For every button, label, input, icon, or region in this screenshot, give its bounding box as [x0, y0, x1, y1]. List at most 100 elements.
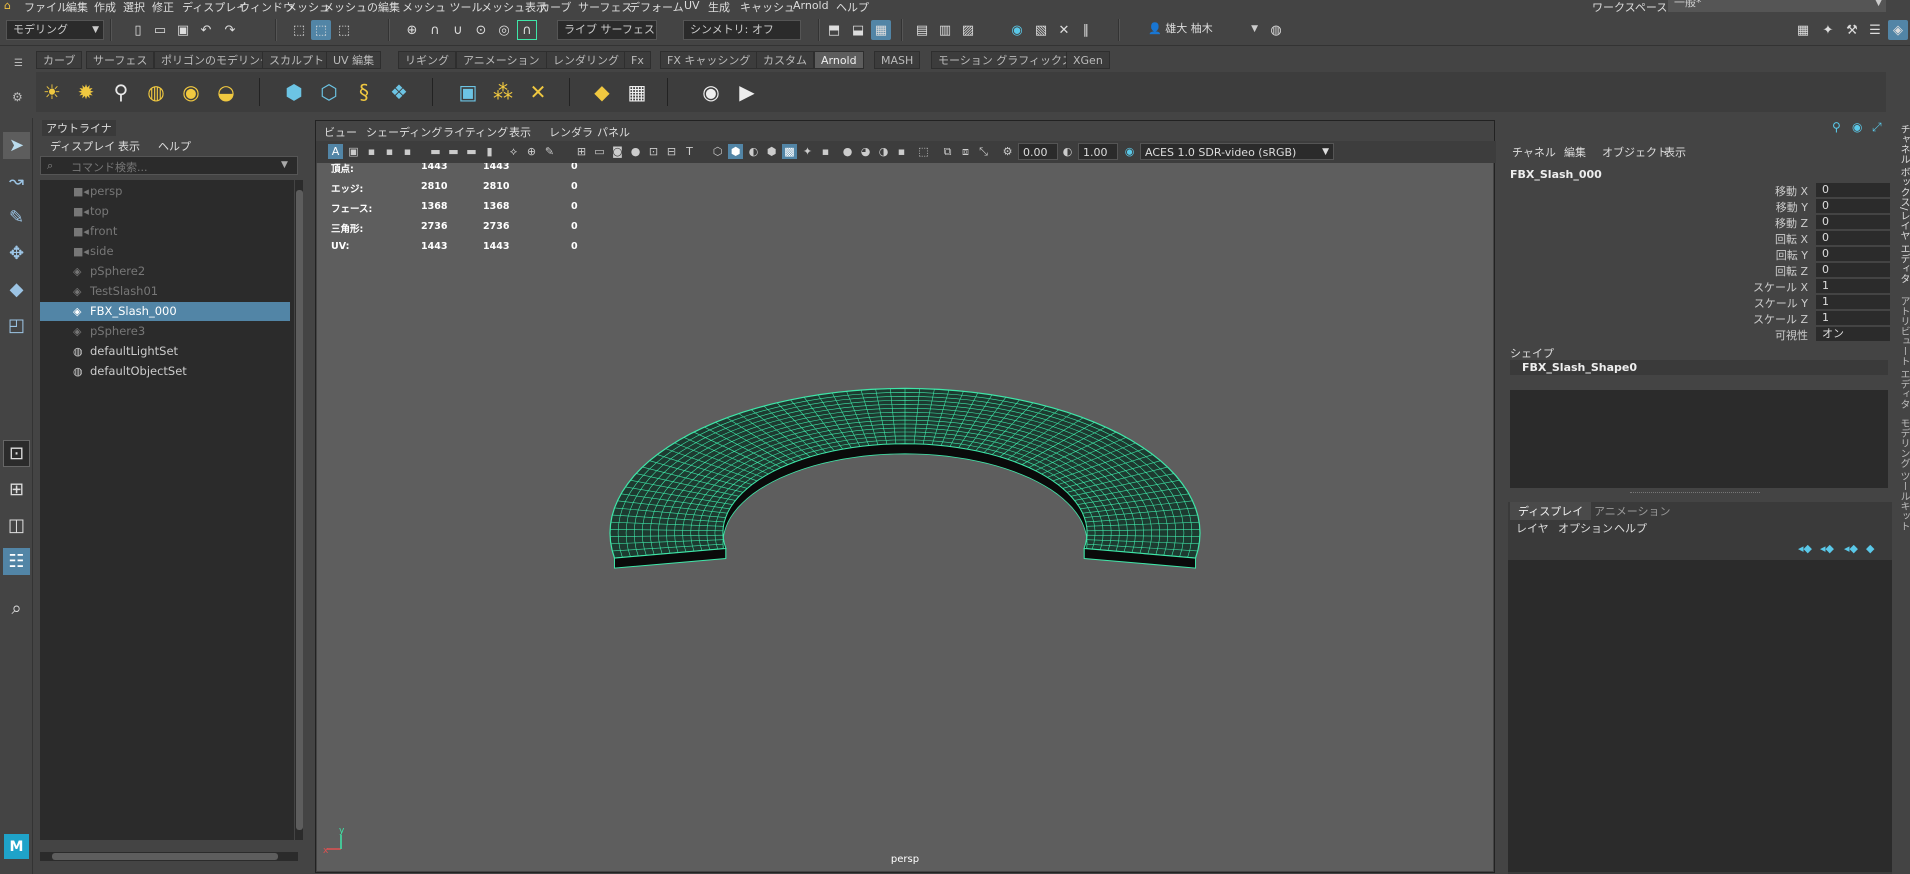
textures-icon[interactable]: ⬢ [764, 144, 779, 159]
xray-active-icon[interactable]: ▩ [782, 144, 797, 159]
color-management-icon[interactable]: ◉ [1122, 144, 1137, 159]
channel-value-translate-z[interactable]: 0 [1816, 215, 1890, 229]
channel-value-rotate-x[interactable]: 0 [1816, 231, 1890, 245]
channel-box-icon[interactable]: ☰ [1865, 20, 1885, 40]
select-mode-icon[interactable]: ⬚ [916, 144, 931, 159]
select-component-icon[interactable]: ⬚ [334, 20, 354, 40]
menu-create[interactable]: 作成 [94, 0, 116, 13]
side-tab-attribute-editor[interactable]: アトリビュート エディタ [1896, 296, 1910, 409]
menu-display[interactable]: ディスプレイ [182, 0, 247, 13]
viewport-menu-show[interactable]: 表示 [509, 124, 531, 140]
3d-viewport[interactable]: 頂点: 1443 1443 0 エッジ: 2810 2810 0 フェース: 1… [317, 163, 1493, 871]
grid-icon[interactable]: ⊞ [574, 144, 589, 159]
outliner-item-front[interactable]: ■◂ front [40, 222, 290, 241]
menu-arnold[interactable]: Arnold [793, 0, 829, 12]
channel-menu-channels[interactable]: チャネル [1512, 144, 1556, 160]
outliner-scrollbar[interactable] [294, 180, 303, 840]
panel-splitter[interactable] [1630, 492, 1760, 495]
undo-icon[interactable]: ↶ [196, 20, 216, 40]
photometric-light-icon[interactable]: ⚲ [107, 78, 135, 106]
channel-menu-show[interactable]: 表示 [1664, 144, 1686, 160]
snap-surface-icon[interactable]: ◎ [494, 20, 514, 40]
remove-icon[interactable]: ✕ [524, 78, 552, 106]
standin-icon[interactable]: ⬢ [280, 78, 308, 106]
snap-toggle-icon[interactable]: ▦ [871, 20, 891, 40]
shader-alt-icon[interactable]: ▦ [623, 78, 651, 106]
snap-curve-icon[interactable]: ∩ [425, 20, 445, 40]
snap-point-icon[interactable]: ∪ [448, 20, 468, 40]
scrollbar-thumb[interactable] [296, 190, 303, 830]
scrollbar-thumb[interactable] [52, 853, 278, 860]
shelf-tab-sculpt[interactable]: スカルプト [262, 51, 331, 69]
exposure-input[interactable]: 0.00 [1018, 143, 1058, 160]
shelf-tab-rigging[interactable]: リギング [398, 51, 456, 69]
cube-shaded-icon[interactable]: ⬢ [728, 144, 743, 159]
title-safe-icon[interactable]: T [682, 144, 697, 159]
wireframe-icon[interactable]: ▭ [592, 144, 607, 159]
lights-icon[interactable]: ✦ [800, 144, 815, 159]
bookmark-icon[interactable]: ▪ [364, 144, 379, 159]
shelf-tab-fx[interactable]: Fx [624, 51, 651, 69]
light-portal-icon[interactable]: ◒ [212, 78, 240, 106]
single-pane-icon[interactable]: ⊡ [3, 440, 30, 467]
shelf-tab-uv-editing[interactable]: UV 編集 [326, 51, 382, 69]
symmetry-dropdown[interactable]: シンメトリ: オフ [683, 20, 801, 40]
exposure-icon[interactable]: ⚙ [1000, 144, 1015, 159]
select-tool-icon[interactable]: ➤ [3, 132, 30, 159]
shelf-menu-icon[interactable]: ☰ [14, 58, 23, 69]
layer-tab-animation[interactable]: アニメーション [1586, 502, 1679, 520]
outliner-item-defaultobjectset[interactable]: ◍ defaultObjectSet [40, 362, 290, 381]
aspect-icon[interactable]: ⊟ [664, 144, 679, 159]
ambient-occlusion-icon[interactable]: ● [840, 144, 855, 159]
render-frame-icon[interactable]: ▥ [935, 20, 955, 40]
shelf-tab-curves[interactable]: カーブ [36, 51, 83, 69]
menu-select[interactable]: 選択 [123, 0, 145, 13]
menu-modify[interactable]: 修正 [152, 0, 174, 13]
new-layer-selected-icon[interactable]: ◆ [1866, 542, 1874, 555]
select-camera-icon[interactable]: A [328, 144, 343, 159]
pause-icon[interactable]: ∥ [1076, 20, 1096, 40]
open-scene-icon[interactable]: ▭ [150, 20, 170, 40]
motion-blur-icon[interactable]: ◕ [858, 144, 873, 159]
shader-icon[interactable]: ◆ [588, 78, 616, 106]
resolution-gate-icon[interactable]: ▬ [446, 144, 461, 159]
channel-value-translate-y[interactable]: 0 [1816, 199, 1890, 213]
search-icon[interactable]: ⌕ [3, 595, 30, 622]
render-settings-icon[interactable]: ◉ [1007, 20, 1027, 40]
four-pane-icon[interactable]: ⊞ [3, 476, 30, 503]
viewport-menu-renderer[interactable]: レンダラ [549, 124, 593, 140]
xray-icon[interactable]: ⊕ [524, 144, 539, 159]
outliner-item-top[interactable]: ■◂ top [40, 202, 290, 221]
film-gate-icon[interactable]: ▬ [428, 144, 443, 159]
menu-deform[interactable]: デフォーム [629, 0, 684, 13]
live-surface-field[interactable]: ライブ サーフェスなし [557, 20, 657, 40]
layer-editor-icon[interactable]: ◈ [1888, 20, 1908, 40]
outliner-search-input[interactable]: ⌕ コマンド検索... ▼ [40, 156, 298, 175]
side-tab-modeling-toolkit[interactable]: モデリング ツールキット [1896, 418, 1910, 531]
outliner-item-testslash01[interactable]: ◈ TestSlash01 [40, 282, 290, 301]
shelf-tab-arnold[interactable]: Arnold [814, 51, 864, 69]
select-hierarchy-icon[interactable]: ⬚ [289, 20, 309, 40]
hud-icon[interactable]: ⧉ [940, 144, 955, 159]
layer-menu-help[interactable]: ヘルプ [1614, 520, 1647, 536]
layer-menu-options[interactable]: オプション [1558, 520, 1613, 536]
mode-dropdown[interactable]: モデリング ▼ [6, 20, 104, 40]
eye-icon[interactable]: ◉ [697, 78, 725, 106]
redo-icon[interactable]: ↷ [220, 20, 240, 40]
shelf-tab-rendering[interactable]: レンダリング [546, 51, 626, 69]
outliner-item-psphere3[interactable]: ◈ pSphere3 [40, 322, 290, 341]
snap-view-icon[interactable]: ⊙ [471, 20, 491, 40]
lasso-tool-icon[interactable]: ↝ [3, 168, 30, 195]
edit-icon[interactable]: ⤢ [1872, 120, 1882, 135]
shape-name[interactable]: FBX_Slash_Shape0 [1510, 360, 1888, 375]
outliner-menu-show[interactable]: 表示 [118, 138, 140, 154]
menu-file[interactable]: ファイル [24, 0, 68, 13]
move-tool-icon[interactable]: ✥ [3, 240, 30, 267]
mesh-light-icon[interactable]: ✹ [72, 78, 100, 106]
channel-value-scale-z[interactable]: 1 [1816, 311, 1890, 325]
antialias-icon[interactable]: ◑ [876, 144, 891, 159]
menu-mesh-tools[interactable]: メッシュ ツール [402, 0, 483, 13]
help-icon[interactable]: ◉ [1852, 120, 1862, 134]
help-globe-icon[interactable]: ◍ [1266, 20, 1286, 40]
attribute-editor-icon[interactable]: ✦ [1818, 20, 1838, 40]
